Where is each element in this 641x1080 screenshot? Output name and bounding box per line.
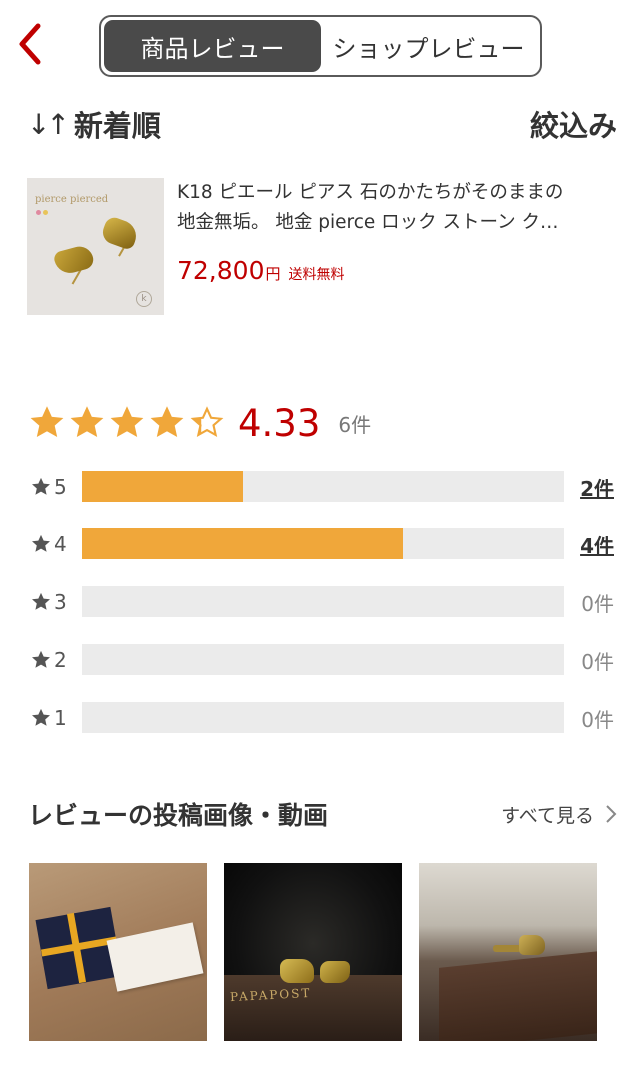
product-summary[interactable]: pierce pierced k K18 ピエール ピアス 石のかたちがそのまま…: [27, 178, 637, 318]
earring-image: [320, 961, 350, 983]
thumbnail-dot: [36, 210, 41, 215]
sort-arrows-icon: ↓↑: [27, 107, 70, 141]
chevron-right-icon: [606, 805, 617, 823]
review-photo[interactable]: [419, 863, 597, 1041]
sort-label: 新着順: [73, 109, 161, 143]
see-all-link[interactable]: すべて見る: [501, 792, 618, 836]
rating-value: 2: [54, 648, 67, 672]
product-thumbnail[interactable]: pierce pierced k: [27, 178, 164, 315]
earring-image: [52, 243, 96, 277]
review-type-toggle: 商品レビュー ショップレビュー: [99, 15, 542, 77]
chevron-left-icon: [19, 23, 41, 65]
see-all-label: すべて見る: [501, 804, 594, 827]
rating-bar: [82, 644, 564, 675]
rating-summary: 4.33 6件: [30, 398, 371, 448]
star-icon: [32, 477, 50, 495]
rating-value: 4: [54, 532, 67, 556]
star-icon: [70, 406, 104, 437]
rating-bar: [82, 471, 564, 502]
rating-bar-fill: [82, 471, 243, 502]
star-icon: [150, 406, 184, 437]
rating-bar: [82, 528, 564, 559]
back-button[interactable]: [10, 20, 50, 68]
product-title-line: 地金無垢。 地金 pierce ロック ストーン ク…: [177, 212, 559, 233]
tab-shop-reviews[interactable]: ショップレビュー: [321, 20, 536, 72]
product-title-line: K18 ピエール ピアス 石のかたちがそのままの: [177, 182, 564, 203]
rating-row-label: 4: [30, 527, 67, 561]
sort-button[interactable]: ↓↑ 新着順: [27, 100, 161, 148]
rating-row-1: 1 0件: [30, 701, 620, 735]
star-icon: [190, 406, 224, 437]
star-icon: [32, 650, 50, 668]
earring-image: [519, 935, 545, 955]
rating-value: 1: [54, 706, 67, 730]
rating-count-link[interactable]: 2件: [580, 470, 614, 504]
product-price: 72,800: [177, 256, 265, 285]
review-media-gallery: PAPAPOST: [29, 863, 599, 1043]
star-icon: [32, 708, 50, 726]
review-media-title: レビューの投稿画像・動画: [28, 801, 329, 830]
star-icon: [32, 534, 50, 552]
review-photo[interactable]: PAPAPOST: [224, 863, 402, 1041]
rating-bar-fill: [82, 528, 404, 559]
review-media-header: レビューの投稿画像・動画 すべて見る: [28, 792, 618, 836]
display-stand-image: [224, 975, 402, 1041]
rating-row-4: 4 4件: [30, 527, 620, 561]
tab-product-reviews[interactable]: 商品レビュー: [104, 20, 321, 72]
price-row: 72,800 円 送料無料: [177, 256, 345, 285]
rating-row-label: 1: [30, 701, 67, 735]
rating-row-5: 5 2件: [30, 470, 620, 504]
review-photo[interactable]: [29, 863, 207, 1041]
thumbnail-dot: [43, 210, 48, 215]
earring-post: [493, 945, 521, 952]
shipping-badge: 送料無料: [288, 267, 345, 283]
star-icon: [110, 406, 144, 437]
product-title[interactable]: K18 ピエール ピアス 石のかたちがそのままの 地金無垢。 地金 pierce…: [177, 178, 637, 238]
card-image: [106, 922, 204, 992]
star-icon: [30, 406, 64, 437]
brand-logo-icon: k: [136, 291, 152, 307]
rating-row-label: 3: [30, 585, 67, 619]
filter-button[interactable]: 絞込み: [530, 100, 617, 148]
rating-value: 3: [54, 590, 67, 614]
rating-row-label: 2: [30, 643, 67, 677]
price-unit: 円: [265, 265, 281, 283]
rating-count: 0件: [581, 649, 614, 674]
header: 商品レビュー ショップレビュー: [0, 0, 641, 90]
rating-count: 0件: [581, 591, 614, 616]
thumbnail-brand-text: pierce pierced: [35, 194, 109, 205]
earring-image: [99, 214, 141, 252]
rating-count: 0件: [581, 707, 614, 732]
jewelry-box-image: [439, 950, 597, 1041]
earring-image: [280, 959, 314, 983]
rating-row-3: 3 0件: [30, 585, 620, 619]
average-rating: 4.33: [238, 401, 321, 445]
review-page: 商品レビュー ショップレビュー ↓↑ 新着順 絞込み pierce pierce…: [0, 0, 641, 1080]
rating-value: 5: [54, 475, 67, 499]
star-icon: [32, 592, 50, 610]
star-rating: [30, 406, 230, 440]
review-count: 6件: [338, 412, 372, 437]
rating-bar: [82, 586, 564, 617]
rating-row-2: 2 0件: [30, 643, 620, 677]
rating-bar: [82, 702, 564, 733]
rating-count-link[interactable]: 4件: [580, 527, 614, 561]
rating-row-label: 5: [30, 470, 67, 504]
sort-filter-bar: ↓↑ 新着順 絞込み: [27, 100, 617, 148]
